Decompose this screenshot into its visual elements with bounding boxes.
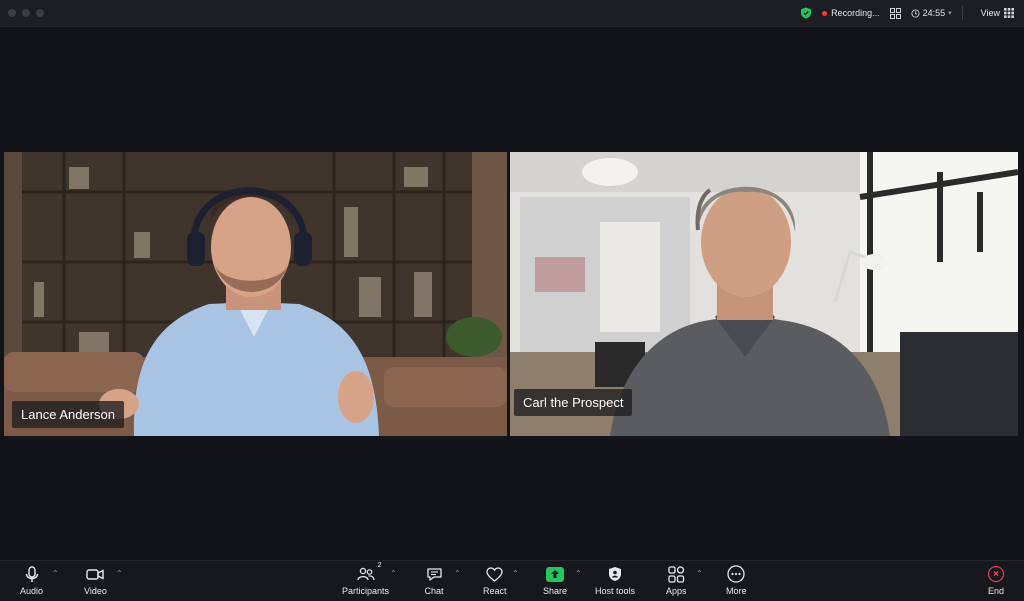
title-bar: Recording... 24:55 ▾ View — [0, 0, 1024, 27]
video-feed-lance — [4, 152, 507, 436]
audio-options-chevron-icon[interactable]: ⌃ — [52, 569, 59, 578]
timer-label: 24:55 — [922, 8, 946, 18]
shield-icon[interactable] — [800, 7, 812, 19]
recording-indicator[interactable]: Recording... — [822, 8, 880, 18]
clock-icon — [911, 8, 920, 18]
share-options-chevron-icon[interactable]: ⌃ — [575, 569, 582, 578]
video-button[interactable]: Video — [84, 565, 107, 599]
chat-icon — [424, 565, 444, 583]
host-tools-label: Host tools — [595, 586, 636, 596]
microphone-icon — [22, 565, 42, 583]
end-button[interactable]: × End — [986, 565, 1006, 599]
more-icon — [726, 565, 746, 583]
recording-label: Recording... — [831, 8, 880, 18]
participant-name-tag: Lance Anderson — [12, 401, 124, 428]
apps-options-chevron-icon[interactable]: ⌃ — [696, 569, 703, 578]
chevron-down-icon: ▾ — [948, 10, 952, 17]
share-icon — [546, 566, 565, 582]
chat-options-chevron-icon[interactable]: ⌃ — [454, 569, 461, 578]
share-icon-wrap — [545, 565, 565, 583]
participants-label: Participants — [342, 586, 390, 596]
more-label: More — [726, 586, 747, 596]
video-tile-lance[interactable]: Lance Anderson — [4, 152, 507, 436]
end-icon-wrap: × — [986, 565, 1006, 583]
divider — [961, 6, 963, 20]
react-options-chevron-icon[interactable]: ⌃ — [512, 569, 519, 578]
recording-dot-icon — [822, 10, 828, 16]
meeting-timer[interactable]: 24:55 ▾ — [911, 8, 952, 18]
view-grid-icon — [1004, 8, 1014, 18]
meeting-toolbar: Audio ⌃ Video ⌃ 2 Participants ⌃ Chat ⌃ … — [0, 560, 1024, 601]
more-button[interactable]: More — [726, 565, 747, 599]
view-label: View — [980, 8, 1000, 18]
view-button[interactable]: View — [981, 8, 1014, 18]
heart-icon — [485, 565, 505, 583]
audio-label: Audio — [20, 586, 44, 596]
react-button[interactable]: React — [483, 565, 507, 599]
participants-count-badge: 2 — [377, 562, 382, 569]
participants-icon: 2 — [356, 562, 382, 583]
chat-button[interactable]: Chat — [424, 565, 444, 599]
audio-button[interactable]: Audio — [20, 565, 43, 599]
share-button[interactable]: Share — [543, 565, 567, 599]
host-shield-icon — [605, 565, 625, 583]
camera-icon — [85, 565, 105, 583]
participants-options-chevron-icon[interactable]: ⌃ — [390, 569, 397, 578]
video-stage: Lance Anderson Carl the Prospect — [0, 27, 1024, 560]
meeting-status-bar: Recording... 24:55 ▾ View — [800, 4, 1014, 22]
minimize-window-button[interactable] — [22, 9, 30, 17]
end-label: End — [987, 586, 1004, 596]
end-call-icon: × — [988, 566, 1004, 582]
share-label: Share — [543, 586, 568, 596]
video-tile-carl[interactable]: Carl the Prospect — [510, 152, 1018, 436]
video-label: Video — [84, 586, 107, 596]
video-options-chevron-icon[interactable]: ⌃ — [116, 569, 123, 578]
apps-icon — [666, 565, 686, 583]
react-label: React — [483, 586, 507, 596]
window-controls — [8, 9, 44, 17]
apps-button[interactable]: Apps — [666, 565, 687, 599]
participant-name-tag: Carl the Prospect — [514, 389, 633, 416]
chat-label: Chat — [424, 586, 444, 596]
zoom-window-button[interactable] — [36, 9, 44, 17]
close-window-button[interactable] — [8, 9, 16, 17]
participants-button[interactable]: 2 Participants — [342, 562, 390, 599]
apps-label: Apps — [666, 586, 687, 596]
grid-icon[interactable] — [889, 7, 901, 19]
host-tools-button[interactable]: Host tools — [595, 565, 635, 599]
